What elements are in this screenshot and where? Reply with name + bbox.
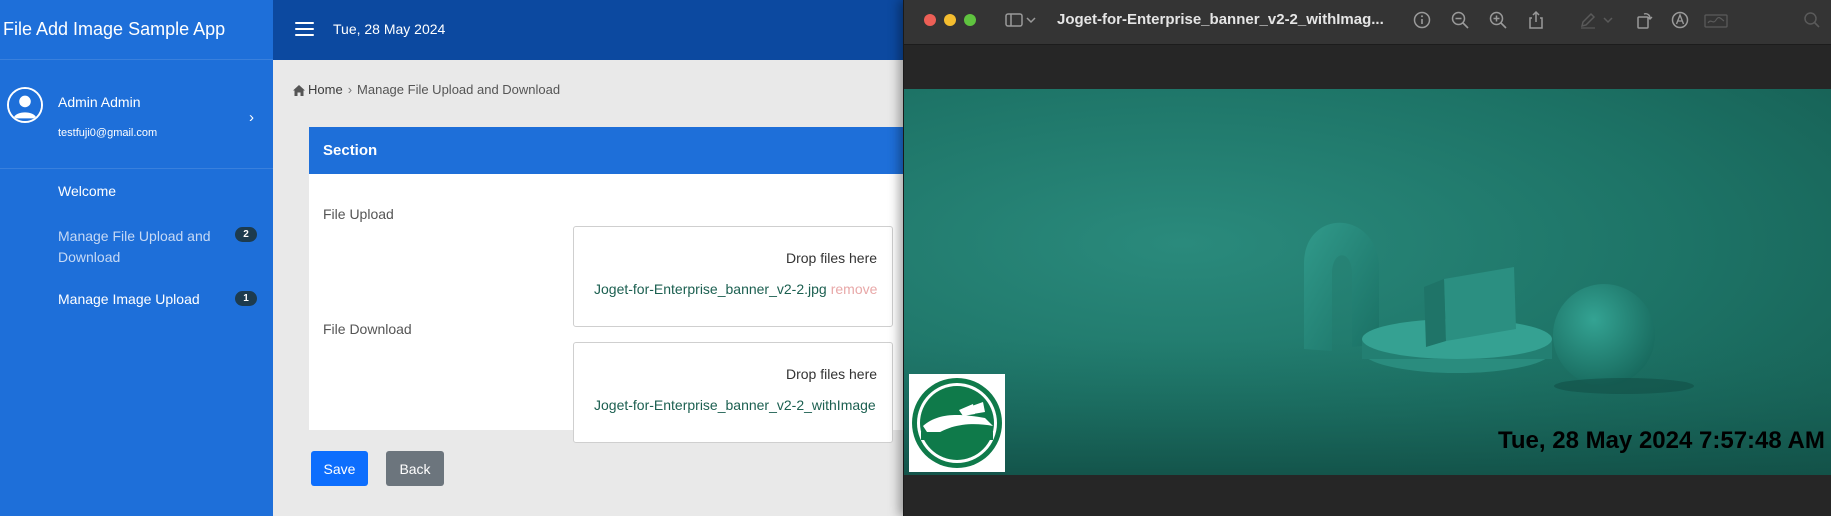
form-section-card: Section File Upload Drop files here Joge… xyxy=(309,127,909,443)
hamburger-menu-icon[interactable] xyxy=(295,22,314,38)
sidebar-item-welcome[interactable]: Welcome xyxy=(58,181,233,202)
back-button[interactable]: Back xyxy=(386,451,444,486)
file-upload-file-link[interactable]: Joget-for-Enterprise_banner_v2-2.jpg xyxy=(594,281,827,297)
preview-top-margin xyxy=(904,46,1831,89)
breadcrumb-current: Manage File Upload and Download xyxy=(357,82,561,97)
minimize-window-button[interactable] xyxy=(944,14,956,26)
zoom-window-button[interactable] xyxy=(964,14,976,26)
file-upload-dropzone[interactable]: Drop files here Joget-for-Enterprise_ban… xyxy=(573,226,893,327)
chevron-right-icon[interactable]: › xyxy=(249,109,254,126)
chevron-down-icon[interactable] xyxy=(1025,10,1037,30)
annotate-icon[interactable] xyxy=(1670,10,1690,30)
file-download-label: File Download xyxy=(323,321,412,337)
breadcrumb-separator: › xyxy=(347,82,353,97)
banner-scene xyxy=(904,222,1831,475)
user-panel[interactable]: Admin Admin testfuji0@gmail.com › xyxy=(0,60,273,169)
preview-window-title: Joget-for-Enterprise_banner_v2-2_withIma… xyxy=(1057,11,1384,28)
zoom-in-icon[interactable] xyxy=(1488,10,1508,30)
markup-pen-icon[interactable] xyxy=(1578,10,1598,30)
file-upload-file-row: Joget-for-Enterprise_banner_v2-2.jpg remo… xyxy=(594,281,877,297)
file-upload-drop-text: Drop files here xyxy=(786,250,878,266)
sidebar: File Add Image Sample App Admin Admin te… xyxy=(0,0,273,516)
sidebar-item-manage-image-upload[interactable]: Manage Image Upload xyxy=(58,289,233,310)
file-download-dropzone[interactable]: Drop files here Joget-for-Enterprise_ban… xyxy=(573,342,893,443)
header-date: Tue, 28 May 2024 xyxy=(333,21,446,37)
search-icon[interactable] xyxy=(1802,10,1822,30)
file-upload-remove-link[interactable]: remove xyxy=(831,281,878,297)
file-upload-label: File Upload xyxy=(323,206,394,222)
user-email: testfuji0@gmail.com xyxy=(58,127,158,139)
markup-chevron-down-icon[interactable] xyxy=(1602,10,1614,30)
sidebar-toggle-icon[interactable] xyxy=(1004,10,1024,30)
top-bar: Tue, 28 May 2024 xyxy=(273,0,903,60)
company-logo xyxy=(909,374,1005,472)
signature-icon[interactable] xyxy=(1704,10,1728,30)
preview-titlebar: Joget-for-Enterprise_banner_v2-2_withIma… xyxy=(904,0,1831,45)
section-title: Section xyxy=(309,127,909,174)
rotate-icon[interactable] xyxy=(1634,10,1654,30)
file-download-drop-text: Drop files here xyxy=(786,366,878,382)
banner-image: Tue, 28 May 2024 7:57:48 AM xyxy=(904,89,1831,475)
share-icon[interactable] xyxy=(1526,10,1546,30)
preview-window: Joget-for-Enterprise_banner_v2-2_withIma… xyxy=(903,0,1831,516)
user-name: Admin Admin xyxy=(58,94,141,110)
avatar-icon xyxy=(7,87,43,123)
zoom-out-icon[interactable] xyxy=(1450,10,1470,30)
home-icon xyxy=(293,84,305,96)
sidebar-badge-image-upload: 1 xyxy=(235,291,257,306)
main-content: Home › Manage File Upload and Download S… xyxy=(273,60,909,516)
file-download-file-link[interactable]: Joget-for-Enterprise_banner_v2-2_withIma… xyxy=(594,397,876,413)
sidebar-badge-file-upload: 2 xyxy=(235,227,257,242)
timestamp-overlay: Tue, 28 May 2024 7:57:48 AM xyxy=(1498,427,1825,454)
save-button[interactable]: Save xyxy=(311,451,368,486)
breadcrumb: Home › Manage File Upload and Download xyxy=(293,82,560,97)
info-icon[interactable] xyxy=(1412,10,1432,30)
sidebar-item-manage-file-upload[interactable]: Manage File Upload and Download xyxy=(58,226,233,268)
preview-bottom-margin xyxy=(904,475,1831,516)
app-title[interactable]: File Add Image Sample App xyxy=(0,0,273,60)
close-window-button[interactable] xyxy=(924,14,936,26)
breadcrumb-home-link[interactable]: Home xyxy=(308,82,343,97)
